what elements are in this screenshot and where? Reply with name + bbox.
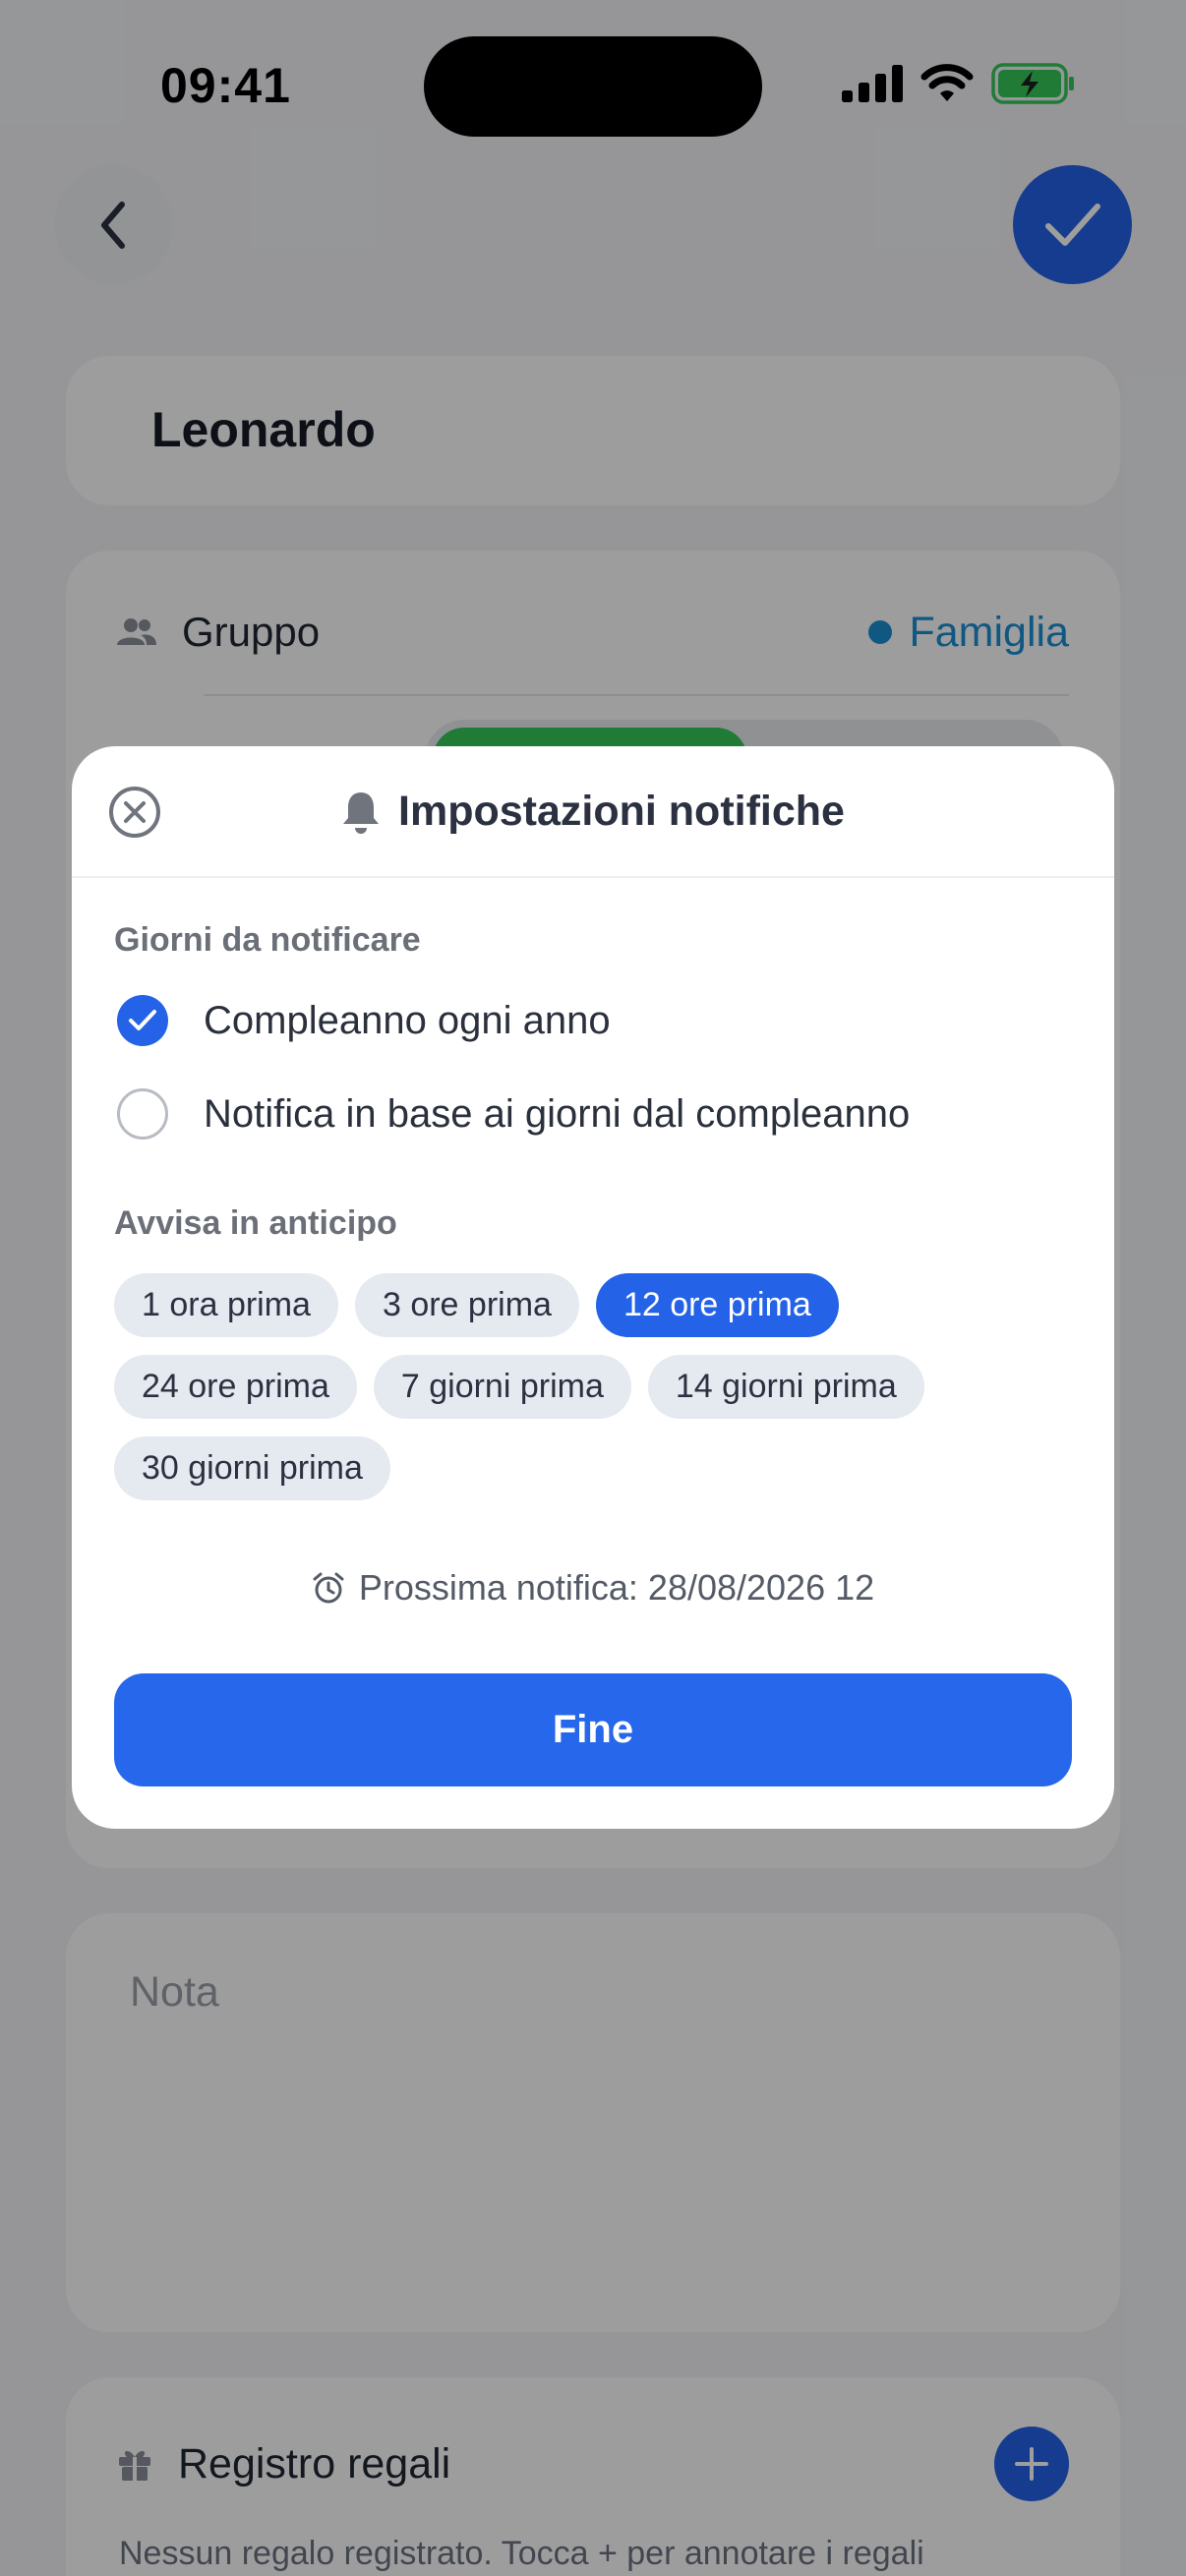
notification-settings-dialog: Impostazioni notifiche Giorni da notific… <box>72 746 1114 1829</box>
chip-14-days[interactable]: 14 giorni prima <box>647 1355 924 1419</box>
dialog-header: Impostazioni notifiche <box>72 746 1114 878</box>
dialog-title: Impostazioni notifiche <box>72 788 1114 836</box>
advance-section-label: Avvisa in anticipo <box>114 1204 397 1242</box>
chip-1-hour[interactable]: 1 ora prima <box>114 1273 338 1337</box>
alarm-clock-icon <box>313 1572 344 1604</box>
advance-chips: 1 ora prima 3 ore prima 12 ore prima 24 … <box>114 1273 1078 1500</box>
option-label: Notifica in base ai giorni dal compleann… <box>204 1091 911 1136</box>
chip-24-hours[interactable]: 24 ore prima <box>114 1355 357 1419</box>
chip-3-hours[interactable]: 3 ore prima <box>354 1273 579 1337</box>
chip-12-hours[interactable]: 12 ore prima <box>595 1273 839 1337</box>
done-button[interactable]: Fine <box>114 1673 1072 1786</box>
contact-edit-screen: 09:41 Leonardo Gruppo Famiglia Nota Regi… <box>0 0 1186 2576</box>
next-notification-text: Prossima notifica: 28/08/2026 12 <box>358 1567 875 1608</box>
chip-7-days[interactable]: 7 giorni prima <box>373 1355 631 1419</box>
dialog-title-text: Impostazioni notifiche <box>398 788 845 835</box>
chip-30-days[interactable]: 30 giorni prima <box>114 1436 390 1500</box>
days-section-label: Giorni da notificare <box>114 921 421 959</box>
next-notification: Prossima notifica: 28/08/2026 12 <box>72 1567 1114 1609</box>
option-every-year[interactable]: Compleanno ogni anno <box>117 995 611 1046</box>
option-label: Compleanno ogni anno <box>204 998 611 1042</box>
radio-checked-icon <box>117 995 168 1046</box>
radio-unchecked-icon <box>117 1088 168 1140</box>
option-days-from-birthday[interactable]: Notifica in base ai giorni dal compleann… <box>117 1088 910 1140</box>
bell-icon <box>343 791 380 834</box>
